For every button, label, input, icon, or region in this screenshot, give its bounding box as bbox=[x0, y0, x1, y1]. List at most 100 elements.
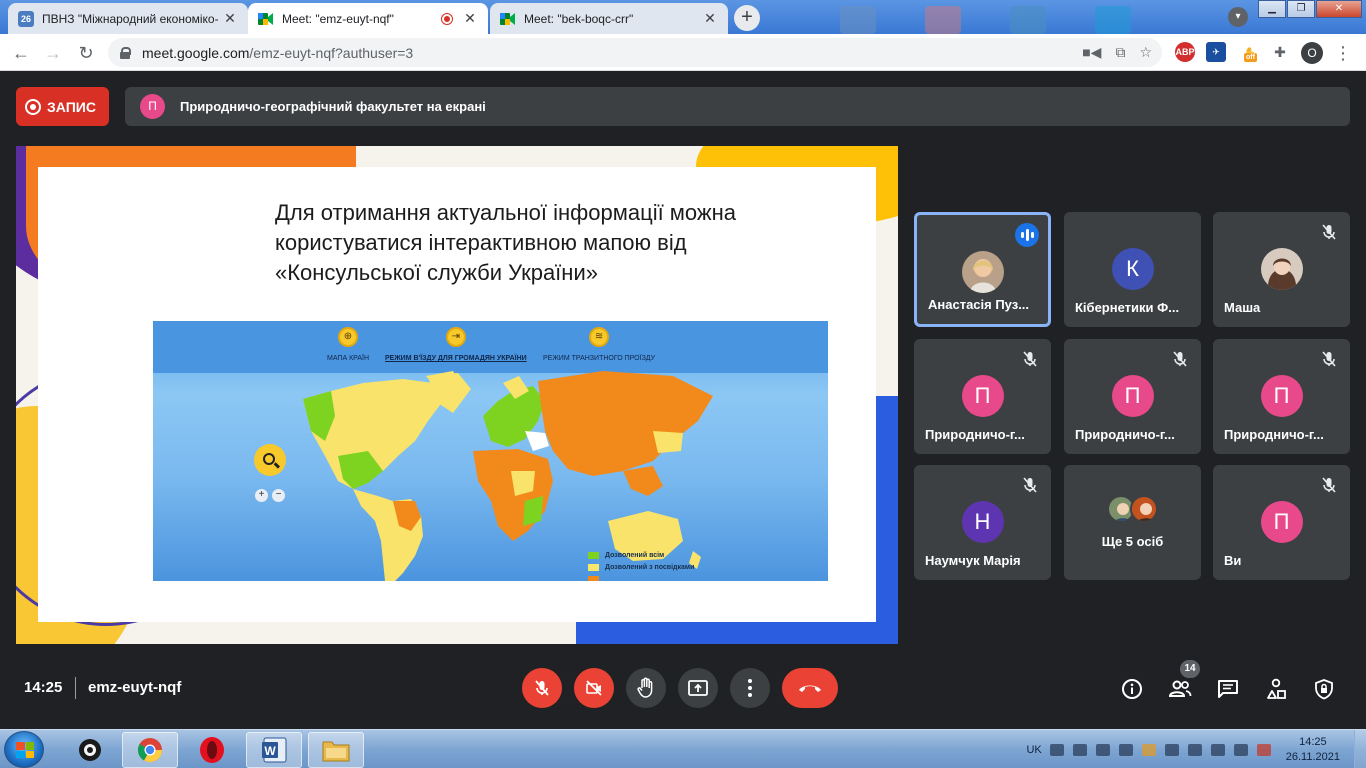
extensions-puzzle-icon[interactable]: ✚ bbox=[1270, 42, 1290, 62]
back-arrow-icon[interactable]: ← bbox=[10, 42, 32, 64]
show-desktop-button[interactable] bbox=[1354, 730, 1366, 768]
browser-tab-active[interactable]: Meet: "emz-euyt-nqf" ✕ bbox=[248, 3, 488, 34]
new-tab-button[interactable]: + bbox=[734, 5, 760, 31]
extension-off-icon[interactable]: ✋ off bbox=[1240, 42, 1260, 62]
battery-icon[interactable] bbox=[1256, 743, 1271, 756]
mic-off-icon bbox=[1322, 351, 1336, 367]
tray-app-icon[interactable] bbox=[1164, 743, 1179, 756]
more-options-button[interactable] bbox=[730, 668, 770, 708]
participant-avatar: Н bbox=[961, 501, 1004, 543]
network-icon[interactable] bbox=[1118, 743, 1133, 756]
participant-tile[interactable]: Анастасія Пуз... bbox=[914, 212, 1051, 327]
adblock-extension-icon[interactable]: ABP bbox=[1175, 42, 1195, 62]
map-legend: Дозволений всім Дозволений з посвідками bbox=[588, 552, 694, 581]
people-icon bbox=[1168, 680, 1192, 697]
browser-tab-strip: 26 ПВНЗ "Міжнародний економіко- ✕ Meet: … bbox=[0, 0, 1366, 34]
tab-title: Meet: "emz-euyt-nqf" bbox=[282, 11, 394, 26]
present-screen-button[interactable] bbox=[678, 668, 718, 708]
host-controls-button[interactable] bbox=[1312, 677, 1336, 701]
participant-tile[interactable]: П Природничо-г... bbox=[1064, 339, 1201, 454]
legend-item: Дозволений з посвідками bbox=[588, 564, 694, 571]
minimize-button[interactable]: ▁ bbox=[1258, 0, 1286, 18]
taskbar-word[interactable]: W bbox=[246, 732, 302, 768]
svg-text:W: W bbox=[264, 744, 276, 758]
tab-close-icon[interactable]: ✕ bbox=[462, 10, 478, 27]
camera-indicator-icon[interactable]: ■◀ bbox=[1082, 44, 1101, 61]
browser-tab[interactable]: 26 ПВНЗ "Міжнародний економіко- ✕ bbox=[8, 3, 248, 34]
participant-avatar: П bbox=[1260, 375, 1303, 417]
signal-icon[interactable] bbox=[1187, 743, 1202, 756]
participant-name: Маша bbox=[1224, 300, 1261, 315]
shield-lock-icon bbox=[1315, 679, 1333, 700]
close-window-button[interactable]: ✕ bbox=[1316, 0, 1362, 18]
background-desktop-icon bbox=[840, 6, 876, 34]
recording-indicator-icon bbox=[442, 13, 452, 24]
raise-hand-button[interactable] bbox=[626, 668, 666, 708]
link-icon[interactable] bbox=[1072, 743, 1087, 756]
flag-icon[interactable] bbox=[1210, 743, 1225, 756]
meet-favicon-icon bbox=[500, 11, 516, 27]
browser-tab[interactable]: Meet: "bek-boqc-crr" ✕ bbox=[490, 3, 728, 34]
more-vert-icon bbox=[748, 679, 752, 697]
participant-photo bbox=[1260, 248, 1303, 290]
taskbar-clock[interactable]: 14:25 26.11.2021 bbox=[1286, 735, 1340, 765]
recording-label: ЗАПИС bbox=[47, 98, 96, 115]
forward-arrow-icon[interactable]: → bbox=[42, 42, 64, 64]
address-bar[interactable]: meet.google.com/emz-euyt-nqf?authuser=3 … bbox=[108, 38, 1162, 67]
taskbar-opera[interactable] bbox=[184, 732, 240, 768]
start-button[interactable] bbox=[4, 731, 44, 768]
meeting-clock: 14:25 bbox=[24, 679, 63, 696]
bluetooth-icon[interactable] bbox=[1095, 743, 1110, 756]
presenting-text: Природничо-географічний факультет на екр… bbox=[180, 99, 486, 114]
meeting-details-button[interactable] bbox=[1120, 677, 1144, 701]
participant-photo bbox=[1130, 495, 1158, 523]
more-participants-tile[interactable]: Ще 5 осіб bbox=[1064, 465, 1201, 580]
map-zoom-in-button[interactable]: + bbox=[255, 489, 268, 502]
recording-button[interactable]: ЗАПИС bbox=[16, 87, 109, 126]
app-icon bbox=[79, 739, 101, 761]
keyboard-icon[interactable] bbox=[1049, 743, 1064, 756]
volume-icon[interactable] bbox=[1233, 743, 1248, 756]
tray-app-icon[interactable] bbox=[1141, 743, 1156, 756]
reload-icon[interactable]: ↻ bbox=[75, 42, 97, 64]
taskbar-chrome[interactable] bbox=[122, 732, 178, 768]
meeting-code: emz-euyt-nqf bbox=[88, 679, 182, 696]
translate-icon[interactable]: ⧉ bbox=[1115, 44, 1125, 61]
maximize-button[interactable]: ❐ bbox=[1287, 0, 1315, 18]
leave-call-button[interactable] bbox=[782, 668, 838, 708]
windows-logo-icon bbox=[16, 742, 34, 758]
participant-tile[interactable]: Маша bbox=[1213, 212, 1350, 327]
tab-close-icon[interactable]: ✕ bbox=[702, 10, 718, 27]
taskbar-explorer[interactable] bbox=[308, 732, 364, 768]
self-tile[interactable]: П Ви bbox=[1213, 465, 1350, 580]
legend-swatch bbox=[588, 564, 599, 571]
language-indicator[interactable]: UK bbox=[1026, 744, 1041, 756]
participant-name: Природничо-г... bbox=[1075, 427, 1175, 442]
participant-tile[interactable]: П Природничо-г... bbox=[1213, 339, 1350, 454]
map-search-button[interactable] bbox=[254, 444, 286, 476]
lock-icon[interactable] bbox=[120, 46, 131, 59]
participant-count-badge: 14 bbox=[1180, 660, 1200, 678]
legend-item bbox=[588, 576, 694, 581]
camera-toggle-button[interactable] bbox=[574, 668, 614, 708]
legend-item: Дозволений всім bbox=[588, 552, 694, 559]
activities-button[interactable] bbox=[1264, 677, 1288, 701]
meet-favicon-icon bbox=[258, 11, 274, 27]
extension-icon[interactable]: ✈ bbox=[1206, 42, 1226, 62]
participant-tile[interactable]: Н Наумчук Марія bbox=[914, 465, 1051, 580]
profile-avatar[interactable]: O bbox=[1301, 42, 1323, 64]
mic-off-icon bbox=[535, 680, 549, 696]
participant-tile[interactable]: К Кібернетики Ф... bbox=[1064, 212, 1201, 327]
browser-menu-icon[interactable]: ⋮ bbox=[1334, 42, 1352, 64]
taskbar-app[interactable] bbox=[62, 732, 118, 768]
tab-close-icon[interactable]: ✕ bbox=[222, 10, 238, 27]
participant-tile[interactable]: П Природничо-г... bbox=[914, 339, 1051, 454]
shared-screen: Для отримання актуальної інформації можн… bbox=[16, 146, 898, 644]
map-zoom-out-button[interactable]: − bbox=[272, 489, 285, 502]
tab-search-icon[interactable]: ▾ bbox=[1228, 7, 1248, 27]
tab-title: ПВНЗ "Міжнародний економіко- bbox=[42, 11, 219, 26]
chat-button[interactable] bbox=[1216, 677, 1240, 701]
bookmark-star-icon[interactable]: ☆ bbox=[1139, 44, 1152, 61]
mic-toggle-button[interactable] bbox=[522, 668, 562, 708]
participants-button[interactable] bbox=[1168, 677, 1192, 701]
